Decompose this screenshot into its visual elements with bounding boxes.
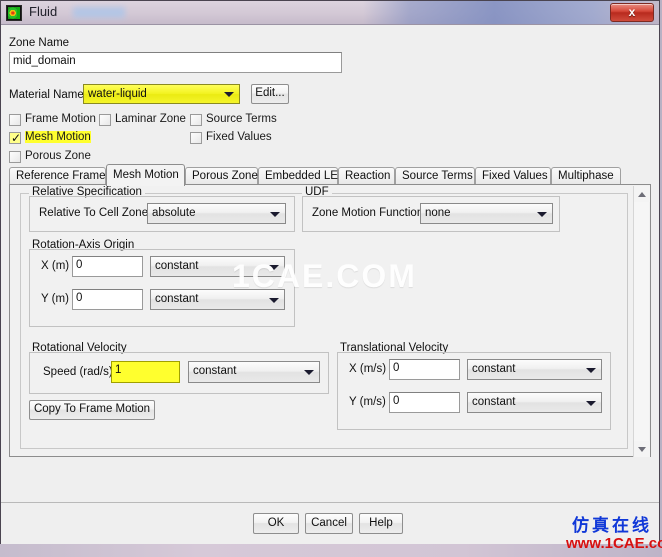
dialog-client-area: Zone Name mid_domain Material Name water… [1,26,659,544]
tab-source-terms[interactable]: Source Terms [395,167,475,185]
help-button[interactable]: Help [359,513,403,534]
checkbox-label: Porous Zone [25,150,91,162]
tab-embedded-les[interactable]: Embedded LES [258,167,346,185]
checkbox-box [190,114,202,126]
checkbox-box [9,151,21,163]
tab-reaction[interactable]: Reaction [338,167,395,185]
chevron-down-icon [269,297,279,303]
title-redaction-blur [73,7,125,18]
translational-x-method-value: constant [472,363,516,375]
rotation-origin-y-method-value: constant [155,293,199,305]
zone-name-input[interactable]: mid_domain [9,52,342,73]
chevron-down-icon [586,367,596,373]
close-icon[interactable]: x [610,3,654,22]
rotation-origin-x-method-value: constant [155,260,199,272]
chevron-down-icon [269,264,279,270]
checkbox-box: ✓ [9,131,22,145]
scroll-up-icon[interactable] [634,186,650,202]
mesh-motion-tab-panel: Relative Specification Relative To Cell … [9,184,651,457]
tab-multiphase[interactable]: Multiphase [551,167,621,185]
edit-material-button[interactable]: Edit... [251,84,289,104]
material-name-dropdown[interactable]: water-liquid [83,84,240,104]
zone-motion-function-label: Zone Motion Function [312,207,424,219]
zone-name-label: Zone Name [9,37,70,49]
relative-to-cell-zone-value: absolute [152,207,196,219]
tab-reference-frame[interactable]: Reference Frame [9,167,106,185]
chevron-down-icon [304,370,314,375]
translational-y-label: Y (m/s) [349,396,386,408]
rotation-origin-x-label: X (m) [41,260,70,272]
speed-label: Speed (rad/s) [43,366,113,378]
translational-x-label: X (m/s) [349,363,387,375]
cancel-button[interactable]: Cancel [305,513,353,534]
checkbox-box [190,132,202,144]
translational-y-method-dropdown[interactable]: constant [467,392,602,413]
window-title: Fluid [29,4,58,19]
fluid-dialog-window: Fluid x Zone Name mid_domain Material Na… [0,0,660,544]
rotation-origin-y-input[interactable]: 0 [72,289,143,310]
speed-method-dropdown[interactable]: constant [188,361,320,383]
copy-to-frame-motion-button[interactable]: Copy To Frame Motion [29,400,155,420]
checkbox-label: Fixed Values [206,131,272,143]
chevron-down-icon [270,211,280,217]
translational-y-method-value: constant [472,396,516,408]
rotation-origin-y-label: Y (m) [41,293,69,305]
zone-motion-function-dropdown[interactable]: none [420,203,553,224]
rotation-origin-y-method-dropdown[interactable]: constant [150,289,285,310]
chevron-down-icon [537,211,547,217]
check-icon: ✓ [11,131,22,145]
translational-x-method-dropdown[interactable]: constant [467,359,602,380]
title-bar[interactable]: Fluid x [1,1,659,25]
fluent-contour-icon [6,5,22,21]
chevron-down-icon [224,92,234,97]
relative-to-cell-zone-dropdown[interactable]: absolute [147,203,286,224]
zone-motion-function-value: none [425,207,451,219]
desktop-bottom-strip [0,543,662,557]
rotation-origin-x-input[interactable]: 0 [72,256,143,277]
checkbox-label: Source Terms [206,113,277,125]
material-name-label: Material Name [9,89,84,101]
footer-button-bar: OK Cancel Help [1,503,659,544]
translational-y-input[interactable]: 0 [389,392,460,413]
checkbox-label: Frame Motion [25,113,96,125]
tab-fixed-values[interactable]: Fixed Values [475,167,551,185]
mesh-motion-content-box: Relative Specification Relative To Cell … [20,186,628,449]
speed-input[interactable]: 1 [111,361,180,383]
ok-button[interactable]: OK [253,513,299,534]
checkbox-label: Mesh Motion [25,131,91,143]
tab-porous-zone-2[interactable]: Porous Zone [185,167,258,185]
scroll-down-icon[interactable] [634,441,650,457]
panel-vertical-scrollbar[interactable] [633,186,650,457]
tab-strip: Reference Frame Mesh Motion Porous Zone … [9,164,621,186]
speed-method-value: constant [193,365,237,377]
rotation-origin-x-method-dropdown[interactable]: constant [150,256,285,277]
chevron-down-icon [586,400,596,406]
material-name-value: water-liquid [88,88,147,100]
relative-to-cell-zone-label: Relative To Cell Zone [39,207,149,219]
checkbox-label: Laminar Zone [115,113,186,125]
tab-mesh-motion[interactable]: Mesh Motion [106,164,185,186]
checkbox-box [99,114,111,126]
translational-x-input[interactable]: 0 [389,359,460,380]
tab-panel-inner: Relative Specification Relative To Cell … [10,185,650,457]
checkbox-box [9,114,21,126]
